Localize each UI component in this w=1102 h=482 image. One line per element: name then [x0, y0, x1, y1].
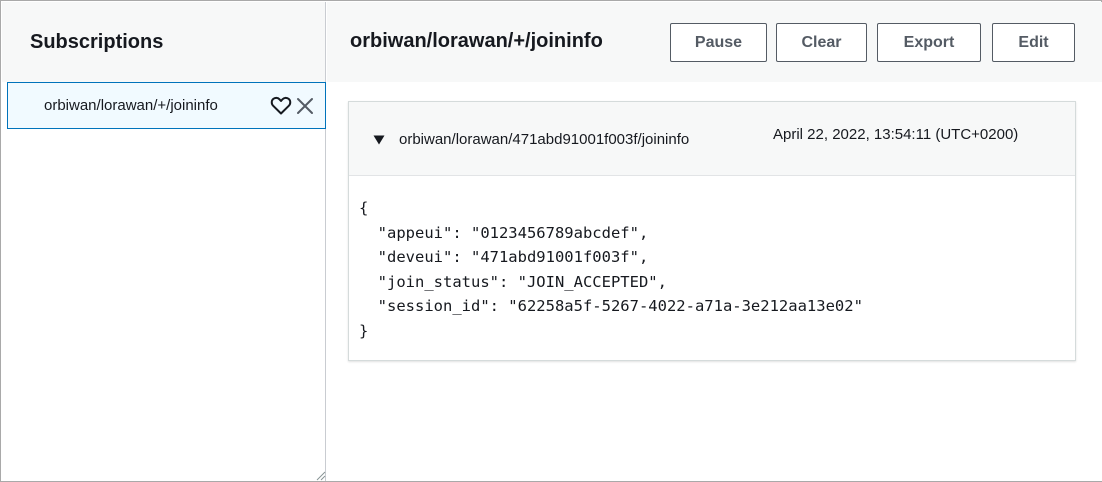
close-icon[interactable]	[295, 96, 315, 116]
payload-line: "deveui": "471abd91001f003f",	[359, 248, 649, 266]
message-panel-header: orbiwan/lorawan/+/joininfo Pause Clear E…	[327, 2, 1102, 82]
caret-down-icon[interactable]	[373, 132, 385, 145]
clear-button[interactable]: Clear	[776, 23, 867, 62]
message-panel: orbiwan/lorawan/+/joininfo Pause Clear E…	[327, 2, 1102, 481]
message-header[interactable]: orbiwan/lorawan/471abd91001f003f/joininf…	[349, 102, 1075, 176]
message-timestamp: April 22, 2022, 13:54:11 (UTC+0200)	[773, 126, 1019, 143]
payload-line: }	[359, 321, 369, 340]
payload-line: "join_status": "JOIN_ACCEPTED",	[359, 272, 667, 291]
export-button[interactable]: Export	[877, 23, 981, 62]
edit-button[interactable]: Edit	[992, 23, 1075, 62]
resize-handle-icon[interactable]	[314, 468, 326, 481]
message-topic: orbiwan/lorawan/471abd91001f003f/joininf…	[399, 131, 690, 148]
subscriptions-title: Subscriptions	[30, 30, 164, 53]
message-card: orbiwan/lorawan/471abd91001f003f/joininf…	[348, 101, 1076, 361]
payload-line: "session_id": "62258a5f-5267-4022-a71a-3…	[359, 297, 863, 315]
subscriptions-header: Subscriptions	[2, 2, 325, 82]
pause-button[interactable]: Pause	[670, 23, 767, 62]
subscriptions-panel: Subscriptions orbiwan/lorawan/+/joininfo	[2, 2, 326, 481]
message-payload: { "appeui": "0123456789abcdef", "deveui"…	[349, 176, 1075, 343]
topic-title: orbiwan/lorawan/+/joininfo	[350, 30, 603, 52]
subscription-item[interactable]: orbiwan/lorawan/+/joininfo	[7, 82, 326, 129]
mqtt-test-client-frame: Subscriptions orbiwan/lorawan/+/joininfo	[0, 0, 1102, 482]
payload-line: {	[359, 199, 369, 217]
heart-icon[interactable]	[270, 96, 292, 116]
payload-line: "appeui": "0123456789abcdef",	[359, 223, 649, 242]
subscription-item-label: orbiwan/lorawan/+/joininfo	[44, 97, 218, 114]
